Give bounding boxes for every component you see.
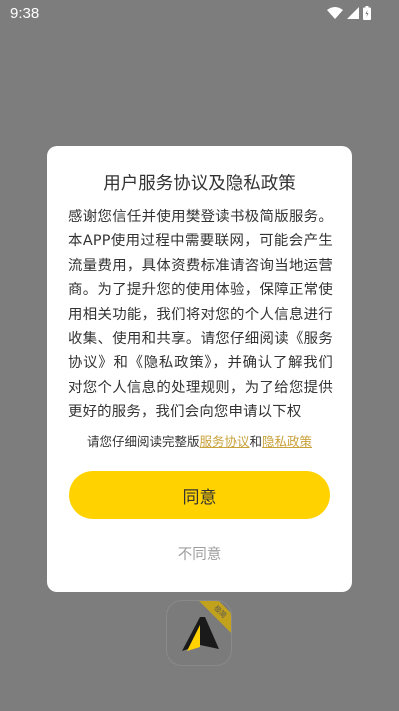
cell-signal-icon [347,7,359,19]
agree-button[interactable]: 同意 [69,471,330,519]
consent-line: 请您仔细阅读完整版服务协议和隐私政策 [47,431,352,450]
privacy-dialog: 用户服务协议及隐私政策 感谢您信任并使用樊登读书极简版服务。本APP使用过程中需… [47,146,352,592]
battery-icon [363,6,371,20]
dialog-title: 用户服务协议及隐私政策 [103,174,296,194]
consent-and: 和 [249,434,263,449]
wifi-icon [327,7,343,19]
consent-prefix: 请您仔细阅读完整版 [86,434,200,449]
app-icon: 极简 [166,600,232,666]
service-agreement-link[interactable]: 服务协议 [199,434,249,449]
status-icons [327,6,371,20]
disagree-button[interactable]: 不同意 [47,541,352,565]
privacy-policy-link[interactable]: 隐私政策 [262,434,312,449]
status-time: 9:38 [10,5,40,22]
status-bar: 9:38 [0,0,399,28]
dialog-body-text[interactable]: 感谢您信任并使用樊登读书极简版服务。本APP使用过程中需要联网，可能会产生流量费… [68,205,333,445]
